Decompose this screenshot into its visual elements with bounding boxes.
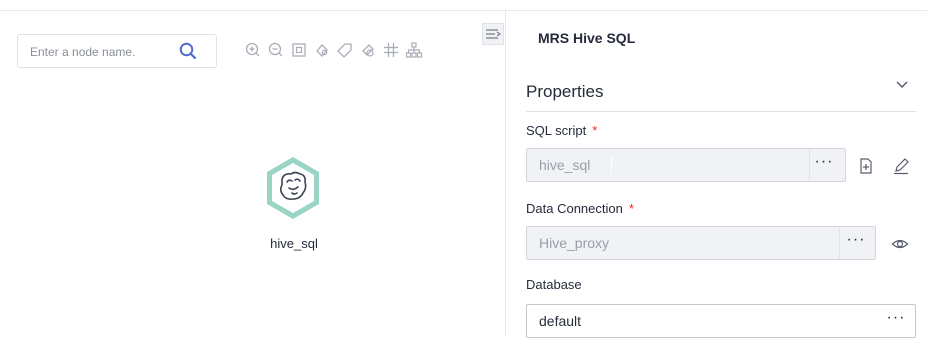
field-separator (839, 227, 840, 259)
canvas-toolbar (244, 41, 423, 59)
tag-icon[interactable] (336, 41, 354, 59)
sql-script-value: hive_sql (539, 157, 591, 173)
grid-icon[interactable] (382, 41, 400, 59)
database-value: default (539, 313, 582, 329)
sql-script-label-text: SQL script (526, 123, 587, 138)
view-eye-icon[interactable] (891, 235, 909, 253)
database-field[interactable]: default ··· (526, 304, 916, 338)
database-label-text: Database (526, 277, 582, 292)
data-connection-label-text: Data Connection (526, 201, 623, 216)
edit-icon[interactable] (892, 157, 910, 175)
sql-script-more-button[interactable]: ··· (811, 154, 837, 174)
node-label: hive_sql (270, 236, 318, 251)
properties-section-title: Properties (526, 82, 604, 101)
hive-sql-node[interactable] (264, 155, 322, 221)
data-connection-more-button[interactable]: ··· (843, 232, 869, 252)
section-divider (526, 111, 916, 112)
search-icon[interactable] (178, 41, 198, 61)
node-search-input[interactable] (28, 43, 172, 61)
required-mark: * (628, 201, 634, 216)
new-script-icon[interactable] (857, 157, 875, 175)
panel-title: MRS Hive SQL (538, 30, 636, 46)
sql-script-field[interactable]: hive_sql ··· (526, 148, 846, 182)
required-mark: * (592, 123, 598, 138)
text-caret (611, 156, 612, 174)
field-separator (809, 149, 810, 181)
format-icon[interactable] (359, 41, 377, 59)
zoom-in-icon[interactable] (244, 41, 262, 59)
auto-layout-icon[interactable] (313, 41, 331, 59)
data-connection-field[interactable]: Hive_proxy ··· (526, 226, 876, 260)
database-label: Database (526, 277, 582, 292)
collapse-panel-icon[interactable] (482, 23, 504, 45)
panel-divider (505, 10, 506, 336)
fit-view-icon[interactable] (290, 41, 308, 59)
data-connection-value: Hive_proxy (539, 235, 610, 251)
node-search-box (17, 34, 217, 68)
sql-script-label: SQL script * (526, 123, 597, 138)
top-divider (0, 10, 927, 11)
data-connection-label: Data Connection * (526, 201, 634, 216)
database-more-button[interactable]: ··· (883, 310, 909, 330)
chevron-down-icon[interactable] (894, 76, 910, 92)
zoom-out-icon[interactable] (267, 41, 285, 59)
hierarchy-icon[interactable] (405, 41, 423, 59)
